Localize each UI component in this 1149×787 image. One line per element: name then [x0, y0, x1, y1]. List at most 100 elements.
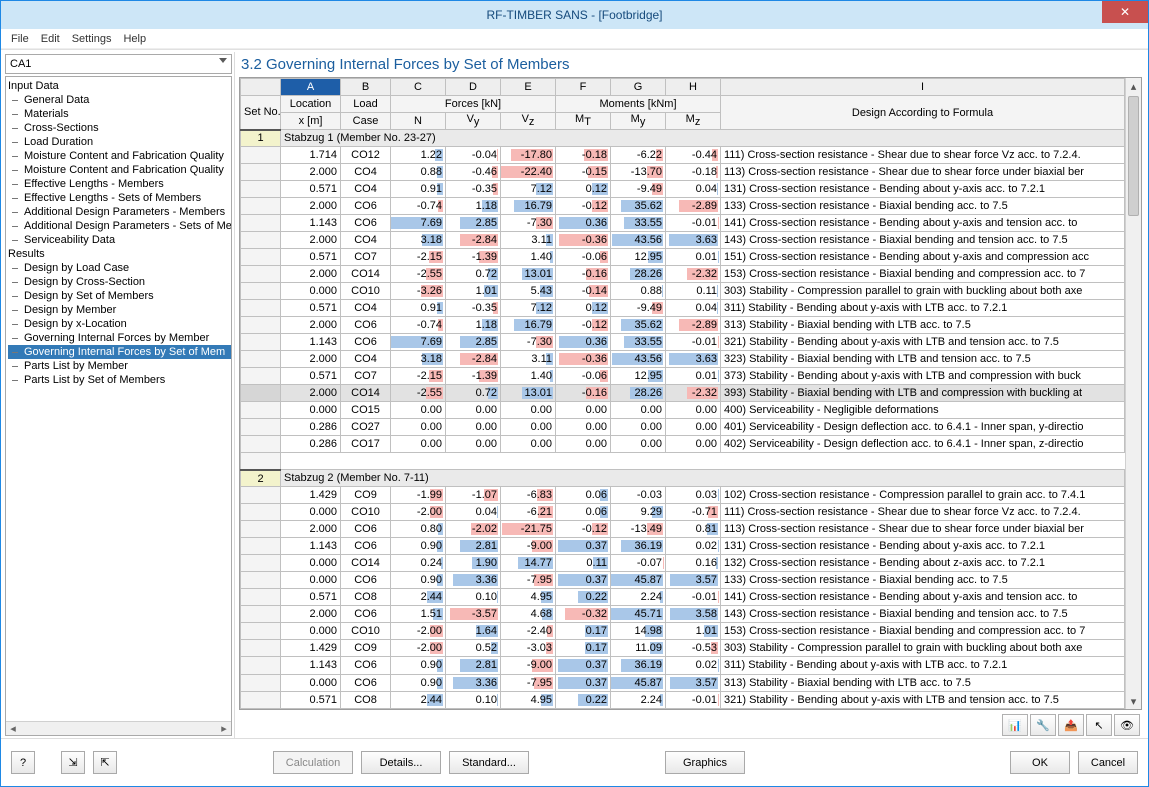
grid-cell[interactable]: 141) Cross-section resistance - Bending …: [721, 215, 1125, 232]
grid-cell[interactable]: CO8: [341, 589, 391, 606]
grid-cell[interactable]: 0.00: [501, 402, 556, 419]
row-header[interactable]: [241, 198, 281, 215]
eye-icon[interactable]: 👁: [1114, 714, 1140, 736]
grid-cell[interactable]: -6.83: [501, 487, 556, 504]
grid-cell[interactable]: -1.39: [446, 249, 501, 266]
grid-cell[interactable]: 16.79: [501, 317, 556, 334]
grid-cell[interactable]: -0.16: [556, 385, 611, 402]
results-grid[interactable]: A B C D E F G H I Set No. Location Load …: [239, 77, 1142, 710]
grid-cell[interactable]: 133) Cross-section resistance - Biaxial …: [721, 572, 1125, 589]
grid-cell[interactable]: 0.00: [446, 419, 501, 436]
grid-cell[interactable]: 153) Cross-section resistance - Biaxial …: [721, 623, 1125, 640]
tree-node[interactable]: Design by x-Location: [8, 317, 231, 331]
grid-cell[interactable]: 143) Cross-section resistance - Biaxial …: [721, 232, 1125, 249]
grid-cell[interactable]: 28.26: [611, 266, 666, 283]
grid-cell[interactable]: -0.18: [556, 147, 611, 164]
table-row[interactable]: 1.143 CO6 7.69 2.85 -7.30 0.36 33.55 -0.…: [241, 334, 1125, 351]
grid-cell[interactable]: 33.55: [611, 215, 666, 232]
grid-cell[interactable]: 7.12: [501, 300, 556, 317]
grid-cell[interactable]: -0.15: [556, 164, 611, 181]
grid-cell[interactable]: -2.15: [391, 249, 446, 266]
group-header[interactable]: Stabzug 2 (Member No. 7-11): [281, 470, 1125, 487]
grid-cell[interactable]: 0.12: [556, 300, 611, 317]
grid-cell[interactable]: -1.39: [446, 368, 501, 385]
grid-cell[interactable]: CO14: [341, 266, 391, 283]
grid-cell[interactable]: 4.95: [501, 691, 556, 708]
grid-cell[interactable]: 311) Stability - Bending about y-axis wi…: [721, 300, 1125, 317]
grid-cell[interactable]: -0.07: [611, 555, 666, 572]
table-row[interactable]: 0.286 CO27 0.00 0.00 0.00 0.00 0.00 0.00…: [241, 419, 1125, 436]
grid-cell[interactable]: 0.81: [666, 521, 721, 538]
grid-cell[interactable]: 0.02: [666, 657, 721, 674]
grid-cell[interactable]: 2.81: [446, 538, 501, 555]
table-row[interactable]: 0.571 CO8 2.44 0.10 4.95 0.22 2.24 -0.01…: [241, 691, 1125, 708]
grid-cell[interactable]: 0.03: [666, 487, 721, 504]
table-row[interactable]: 2.000 CO4 0.88 -0.46 -22.40 -0.15 -13.70…: [241, 164, 1125, 181]
grid-cell[interactable]: -0.01: [666, 334, 721, 351]
scroll-down-icon[interactable]: ▾: [1126, 693, 1141, 709]
grid-cell[interactable]: 0.37: [556, 657, 611, 674]
table-row[interactable]: 1.143 CO6 7.69 2.85 -7.30 0.36 33.55 -0.…: [241, 215, 1125, 232]
grid-cell[interactable]: 0.02: [666, 538, 721, 555]
grid-cell[interactable]: -0.01: [666, 215, 721, 232]
row-header[interactable]: [241, 623, 281, 640]
row-header[interactable]: [241, 589, 281, 606]
grid-cell[interactable]: 0.00: [666, 402, 721, 419]
grid-cell[interactable]: -9.49: [611, 181, 666, 198]
table-row[interactable]: 1.143 CO6 0.90 2.81 -9.00 0.37 36.19 0.0…: [241, 538, 1125, 555]
grid-cell[interactable]: 1.143: [281, 657, 341, 674]
grid-cell[interactable]: CO7: [341, 368, 391, 385]
row-header[interactable]: [241, 232, 281, 249]
grid-cell[interactable]: 3.11: [501, 351, 556, 368]
grid-cell[interactable]: 0.88: [391, 164, 446, 181]
grid-cell[interactable]: -1.07: [446, 487, 501, 504]
grid-cell[interactable]: 14.77: [501, 555, 556, 572]
row-header[interactable]: [241, 657, 281, 674]
grid-cell[interactable]: 0.00: [501, 436, 556, 453]
grid-cell[interactable]: 0.571: [281, 249, 341, 266]
tree-node[interactable]: Parts List by Member: [8, 359, 231, 373]
grid-cell[interactable]: 0.22: [556, 589, 611, 606]
grid-cell[interactable]: -2.32: [666, 266, 721, 283]
grid-cell[interactable]: 2.81: [446, 657, 501, 674]
grid-cell[interactable]: 0.37: [556, 674, 611, 691]
grid-cell[interactable]: 45.87: [611, 674, 666, 691]
grid-cell[interactable]: 0.17: [556, 623, 611, 640]
grid-cell[interactable]: 0.286: [281, 436, 341, 453]
grid-cell[interactable]: 401) Serviceability - Design deflection …: [721, 419, 1125, 436]
grid-cell[interactable]: 0.000: [281, 674, 341, 691]
grid-cell[interactable]: 35.62: [611, 198, 666, 215]
grid-cell[interactable]: -7.95: [501, 674, 556, 691]
table-row[interactable]: 0.286 CO17 0.00 0.00 0.00 0.00 0.00 0.00…: [241, 436, 1125, 453]
grid-cell[interactable]: 0.04: [666, 181, 721, 198]
grid-cell[interactable]: 45.87: [611, 572, 666, 589]
grid-cell[interactable]: -9.00: [501, 657, 556, 674]
grid-cell[interactable]: 0.00: [556, 402, 611, 419]
grid-cell[interactable]: -6.22: [611, 147, 666, 164]
grid-cell[interactable]: 3.58: [666, 606, 721, 623]
grid-cell[interactable]: 0.000: [281, 504, 341, 521]
grid-cell[interactable]: 0.00: [501, 419, 556, 436]
tree-group[interactable]: Results: [8, 247, 231, 261]
table-row[interactable]: 0.000 CO15 0.00 0.00 0.00 0.00 0.00 0.00…: [241, 402, 1125, 419]
grid-cell[interactable]: CO6: [341, 606, 391, 623]
grid-cell[interactable]: 3.11: [501, 232, 556, 249]
grid-cell[interactable]: CO6: [341, 674, 391, 691]
set-no[interactable]: 1: [241, 130, 281, 147]
table-row[interactable]: 0.571 CO8 2.44 0.10 4.95 0.22 2.24 -0.01…: [241, 589, 1125, 606]
grid-cell[interactable]: -2.55: [391, 385, 446, 402]
grid-cell[interactable]: 402) Serviceability - Design deflection …: [721, 436, 1125, 453]
row-header[interactable]: [241, 538, 281, 555]
grid-cell[interactable]: 0.16: [666, 555, 721, 572]
grid-cell[interactable]: 2.85: [446, 215, 501, 232]
grid-cell[interactable]: -0.44: [666, 147, 721, 164]
grid-cell[interactable]: CO12: [341, 147, 391, 164]
grid-cell[interactable]: 0.80: [391, 521, 446, 538]
grid-cell[interactable]: 0.90: [391, 538, 446, 555]
grid-cell[interactable]: 0.286: [281, 419, 341, 436]
grid-cell[interactable]: -9.49: [611, 300, 666, 317]
grid-cell[interactable]: 2.000: [281, 606, 341, 623]
grid-cell[interactable]: -2.15: [391, 368, 446, 385]
grid-cell[interactable]: -0.12: [556, 317, 611, 334]
grid-cell[interactable]: -21.75: [501, 521, 556, 538]
